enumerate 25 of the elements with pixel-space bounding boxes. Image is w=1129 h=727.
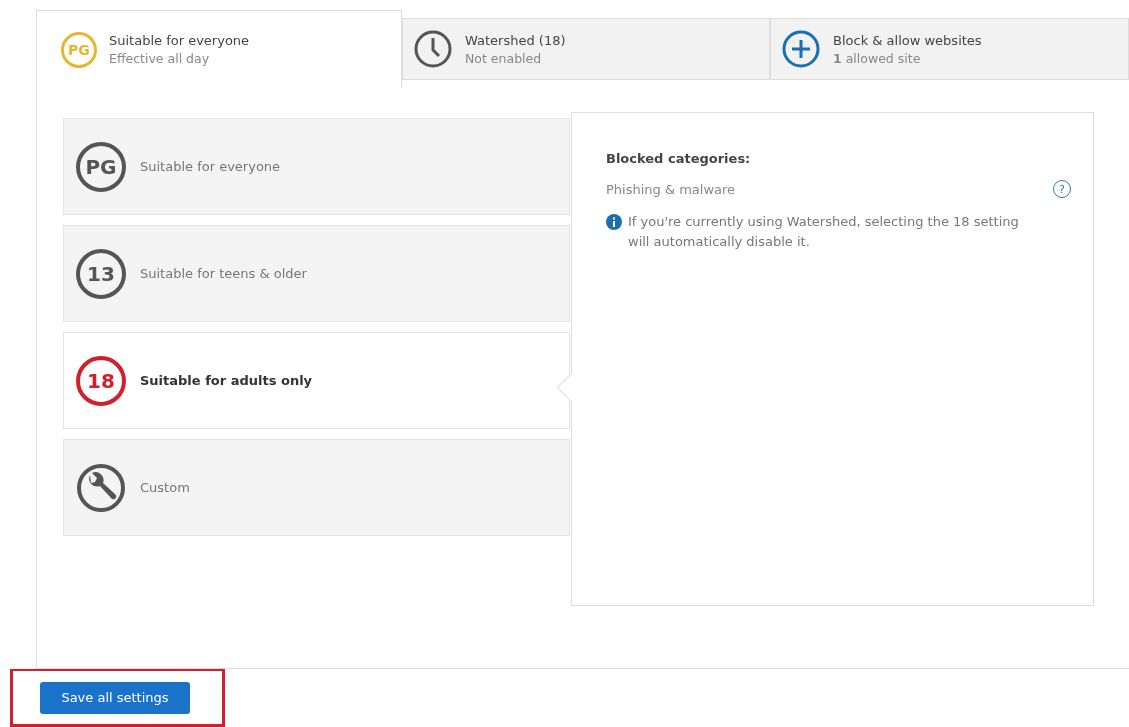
info-note: If you're currently using Watershed, selecting the 18 setting will automatically disable it. <box>628 213 1020 251</box>
tab[interactable]: Block & allow websites 1 allowed site <box>770 18 1129 80</box>
category-label: Phishing & malware <box>606 181 736 197</box>
rating-option[interactable]: 13 Suitable for teens & older <box>63 225 570 322</box>
tab[interactable]: PG Suitable for everyone Effective all day <box>36 10 402 88</box>
rating-option[interactable]: PG Suitable for everyone <box>63 118 570 215</box>
wrench-icon <box>76 462 126 513</box>
plus-icon <box>781 29 821 69</box>
rating-badge: PG <box>61 31 97 68</box>
tab-subtitle: 1 allowed site <box>833 50 922 66</box>
save-button[interactable]: Save all settings <box>40 681 190 714</box>
tab-title: Watershed (18) <box>465 32 566 48</box>
tab[interactable]: Watershed (18) Not enabled <box>402 18 770 80</box>
tab-subtitle: Not enabled <box>465 50 543 66</box>
clock-icon <box>413 29 453 69</box>
rating-badge: 18 <box>76 355 126 406</box>
rating-option[interactable]: Custom <box>63 439 570 536</box>
rating-option[interactable]: 18 Suitable for adults only <box>63 332 570 429</box>
details-heading: Blocked categories: <box>606 151 752 166</box>
tab-title: Suitable for everyone <box>109 33 250 48</box>
info-icon <box>606 214 622 230</box>
tab-subtitle: Effective all day <box>109 51 211 66</box>
tab-title: Block & allow websites <box>833 32 982 48</box>
rating-badge: 13 <box>76 248 126 299</box>
rating-badge: PG <box>76 141 126 192</box>
